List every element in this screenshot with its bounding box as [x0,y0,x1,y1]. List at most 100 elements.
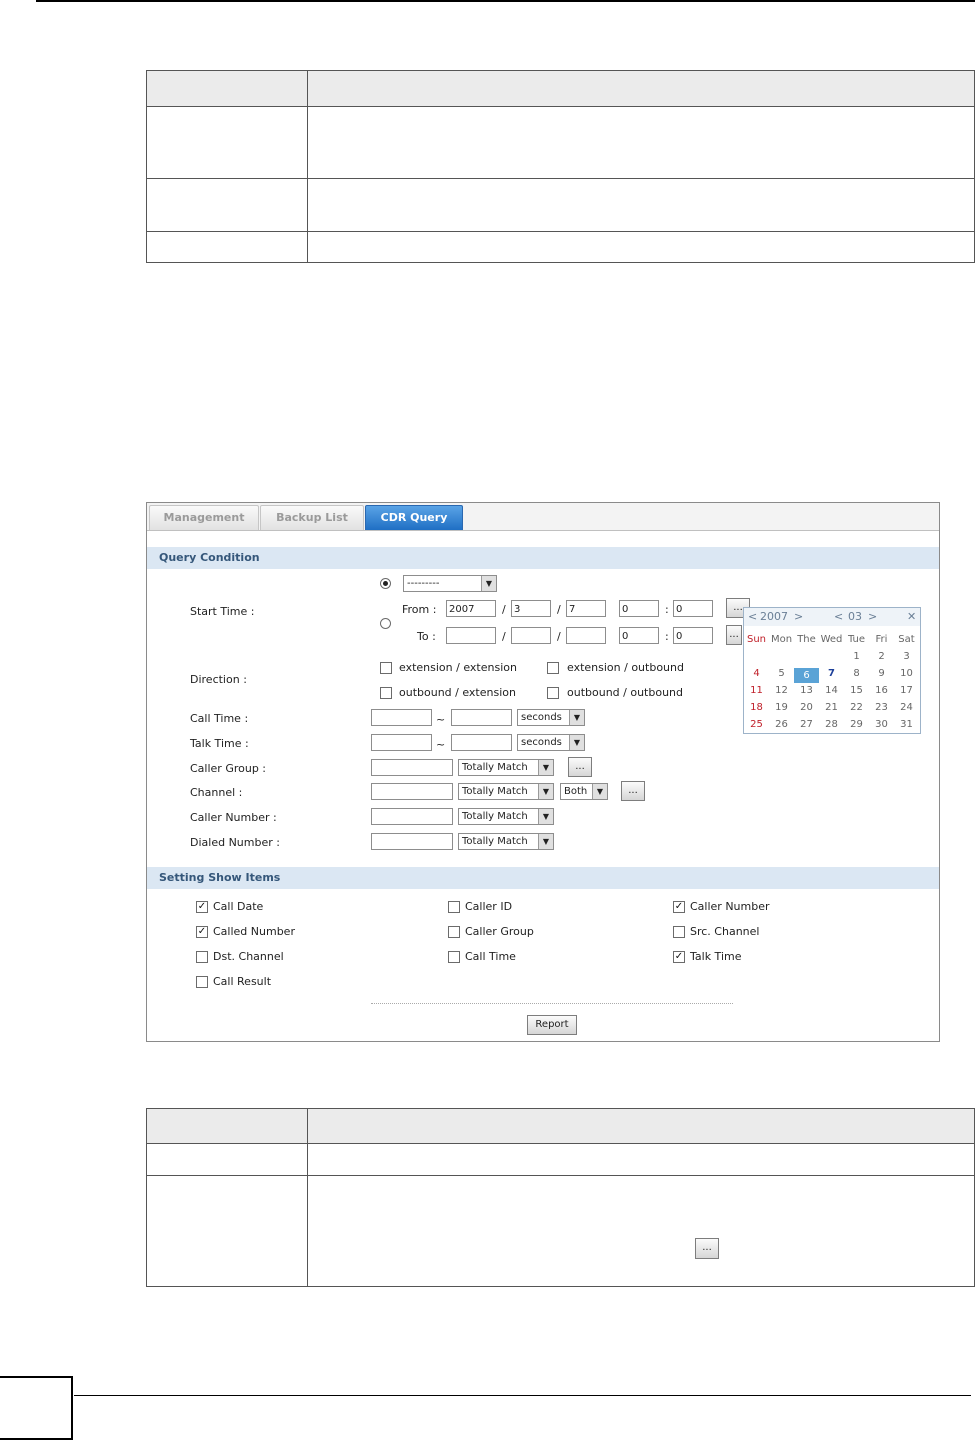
calendar-day[interactable]: 4 [744,668,769,679]
calendar-day[interactable]: 2 [869,651,894,662]
calendar-day[interactable]: 22 [844,702,869,713]
show-item-checkbox[interactable] [448,951,460,963]
tab-backup-list[interactable]: Backup List [260,505,364,530]
dialed-number-match-select[interactable]: Totally Match ▼ [458,833,554,850]
show-item-checkbox[interactable]: ✓ [196,926,208,938]
chevron-down-icon: ▼ [538,784,553,799]
caller-group-label: Caller Group : [190,762,267,775]
calendar-day[interactable]: 19 [769,702,794,713]
next-month-arrow[interactable]: > [868,610,877,623]
calendar-day[interactable]: 24 [894,702,919,713]
report-button[interactable]: Report [527,1015,577,1035]
doc-table-bottom: ... [146,1108,975,1287]
direction-option-label: outbound / outbound [567,686,684,699]
calendar-day[interactable]: 13 [794,685,819,696]
calendar-day[interactable]: 26 [769,719,794,730]
caller-number-match-select[interactable]: Totally Match ▼ [458,808,554,825]
from-hour-input[interactable]: 0 [619,600,659,617]
caller-number-input[interactable] [371,808,453,825]
calendar-day[interactable]: 28 [819,719,844,730]
to-browse-button[interactable]: ... [726,625,742,645]
direction-checkbox[interactable] [380,662,392,674]
caller-group-match-select[interactable]: Totally Match ▼ [458,759,554,776]
calendar-day[interactable]: 12 [769,685,794,696]
show-item-checkbox[interactable] [673,926,685,938]
calendar-day[interactable]: 23 [869,702,894,713]
tab-management[interactable]: Management [149,505,259,530]
talk-time-max-input[interactable] [451,734,512,751]
call-time-max-input[interactable] [451,709,512,726]
calendar-day[interactable]: 8 [844,668,869,679]
from-year-input[interactable]: 2007 [446,600,496,617]
calendar-day[interactable]: 15 [844,685,869,696]
calendar-day[interactable]: 27 [794,719,819,730]
table-row [146,106,975,179]
range-radio[interactable] [380,618,391,629]
calendar-day[interactable]: 3 [894,651,919,662]
close-icon[interactable]: ✕ [907,610,916,623]
caller-group-browse-button[interactable]: ... [568,757,592,777]
calendar-day[interactable]: 14 [819,685,844,696]
table-row [146,231,975,263]
calendar-day[interactable]: 17 [894,685,919,696]
direction-checkbox[interactable] [380,687,392,699]
from-minute-input[interactable]: 0 [673,600,713,617]
to-month-input[interactable] [511,627,551,644]
channel-input[interactable] [371,783,453,800]
calendar-day[interactable]: 25 [744,719,769,730]
calendar-day[interactable]: 6 [794,668,819,683]
calendar-day[interactable]: 11 [744,685,769,696]
prev-year-arrow[interactable]: < [748,610,757,623]
preset-select[interactable]: --------- ▼ [403,575,497,592]
calendar-day[interactable]: 29 [844,719,869,730]
check-icon: ✓ [674,901,684,912]
calendar-day[interactable]: 9 [869,668,894,679]
tab-cdr-query[interactable]: CDR Query [365,505,463,530]
prev-month-arrow[interactable]: < [834,610,843,623]
calendar-day[interactable]: 18 [744,702,769,713]
to-year-input[interactable] [446,627,496,644]
show-item-checkbox[interactable]: ✓ [196,901,208,913]
channel-browse-button[interactable]: ... [621,781,645,801]
check-icon: ✓ [197,926,207,937]
to-day-input[interactable] [566,627,606,644]
next-year-arrow[interactable]: > [794,610,803,623]
chevron-down-icon: ▼ [538,834,553,849]
channel-both-select[interactable]: Both ▼ [560,783,608,800]
calendar-day[interactable]: 7 [819,668,844,679]
talk-time-min-input[interactable] [371,734,432,751]
show-item-checkbox[interactable] [448,926,460,938]
show-items-header: Setting Show Items [147,867,939,889]
show-item-checkbox[interactable] [196,976,208,988]
show-item-checkbox[interactable] [196,951,208,963]
talk-time-unit-select[interactable]: seconds ▼ [517,734,585,751]
calendar-day[interactable]: 21 [819,702,844,713]
show-item-checkbox[interactable]: ✓ [673,951,685,963]
calendar-day[interactable]: 30 [869,719,894,730]
from-day-input[interactable]: 7 [566,600,606,617]
show-item-label: Call Result [213,975,272,988]
calendar-day[interactable]: 10 [894,668,919,679]
call-time-unit-select[interactable]: seconds ▼ [517,709,585,726]
caller-group-input[interactable] [371,759,453,776]
chevron-down-icon: ▼ [569,710,584,725]
show-item-checkbox[interactable]: ✓ [673,901,685,913]
dialed-number-input[interactable] [371,833,453,850]
call-time-min-input[interactable] [371,709,432,726]
preset-radio[interactable] [380,578,391,589]
from-month-input[interactable]: 3 [511,600,551,617]
direction-checkbox[interactable] [547,662,559,674]
show-item-checkbox[interactable] [448,901,460,913]
calendar-day[interactable]: 20 [794,702,819,713]
calendar-day[interactable]: 31 [894,719,919,730]
direction-checkbox[interactable] [547,687,559,699]
to-hour-input[interactable]: 0 [619,627,659,644]
show-item-label: Call Time [465,950,516,963]
weekday-header: The [797,634,816,645]
calendar-day[interactable]: 16 [869,685,894,696]
to-minute-input[interactable]: 0 [673,627,713,644]
calendar-day[interactable]: 1 [844,651,869,662]
channel-match-select[interactable]: Totally Match ▼ [458,783,554,800]
calendar-day[interactable]: 5 [769,668,794,679]
show-item-label: Called Number [213,925,295,938]
